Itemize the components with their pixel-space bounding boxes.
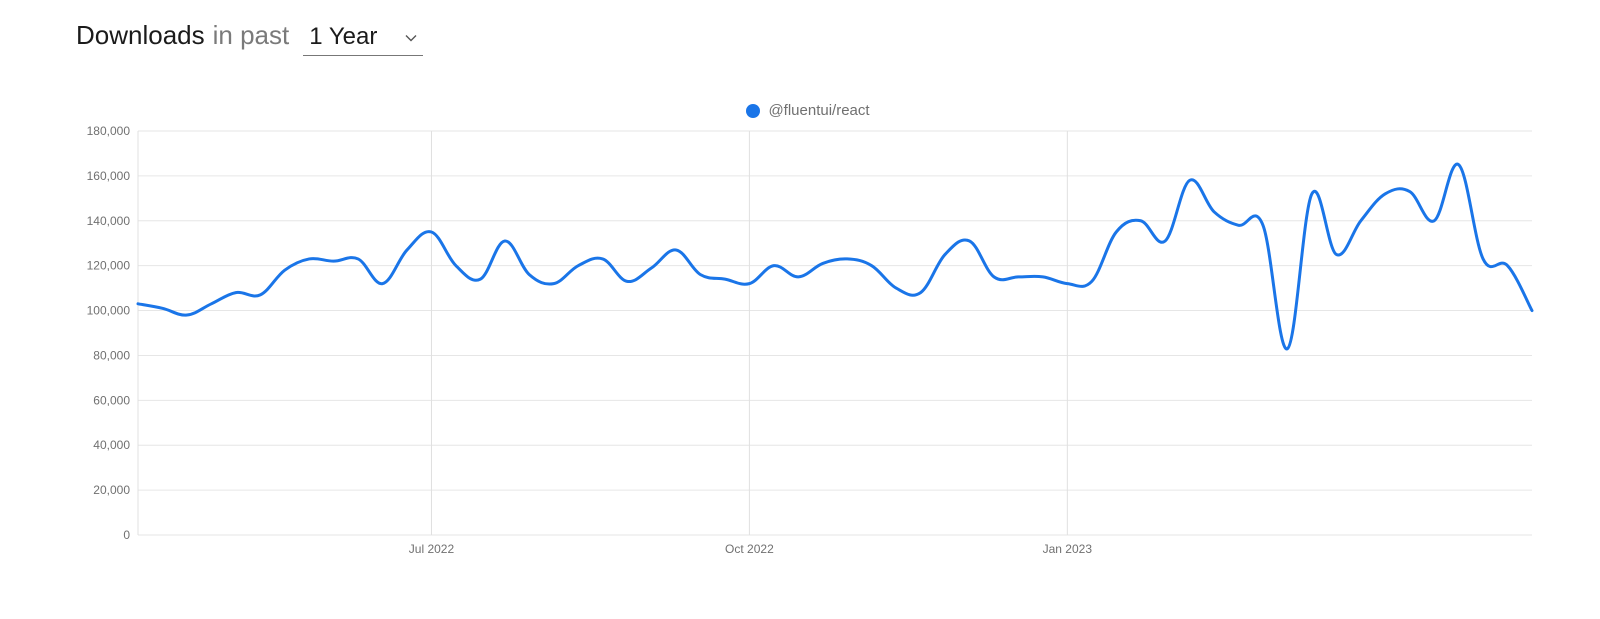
svg-text:40,000: 40,000 xyxy=(93,438,130,452)
svg-text:160,000: 160,000 xyxy=(87,169,131,183)
svg-text:140,000: 140,000 xyxy=(87,214,131,228)
timerange-value: 1 Year xyxy=(309,23,377,51)
chevron-down-icon xyxy=(405,23,417,51)
svg-text:0: 0 xyxy=(123,528,130,542)
title-light: in past xyxy=(213,20,290,51)
svg-text:Jul 2022: Jul 2022 xyxy=(409,542,455,556)
legend-swatch xyxy=(746,104,760,118)
chart-header: Downloads in past 1 Year xyxy=(76,20,1540,56)
svg-text:180,000: 180,000 xyxy=(87,125,131,138)
svg-text:100,000: 100,000 xyxy=(87,304,131,318)
svg-text:Oct 2022: Oct 2022 xyxy=(725,542,774,556)
svg-text:Jan 2023: Jan 2023 xyxy=(1043,542,1093,556)
svg-text:60,000: 60,000 xyxy=(93,393,130,407)
timerange-dropdown[interactable]: 1 Year xyxy=(303,21,423,56)
title-strong: Downloads xyxy=(76,20,205,51)
svg-text:120,000: 120,000 xyxy=(87,259,131,273)
downloads-chart: 0 20,000 40,000 60,000 80,000 100,000 120,000 1… xyxy=(76,125,1540,565)
chart-legend: @fluentui/react xyxy=(76,102,1540,119)
svg-text:80,000: 80,000 xyxy=(93,348,130,362)
svg-text:20,000: 20,000 xyxy=(93,483,130,497)
legend-label: @fluentui/react xyxy=(768,102,869,119)
